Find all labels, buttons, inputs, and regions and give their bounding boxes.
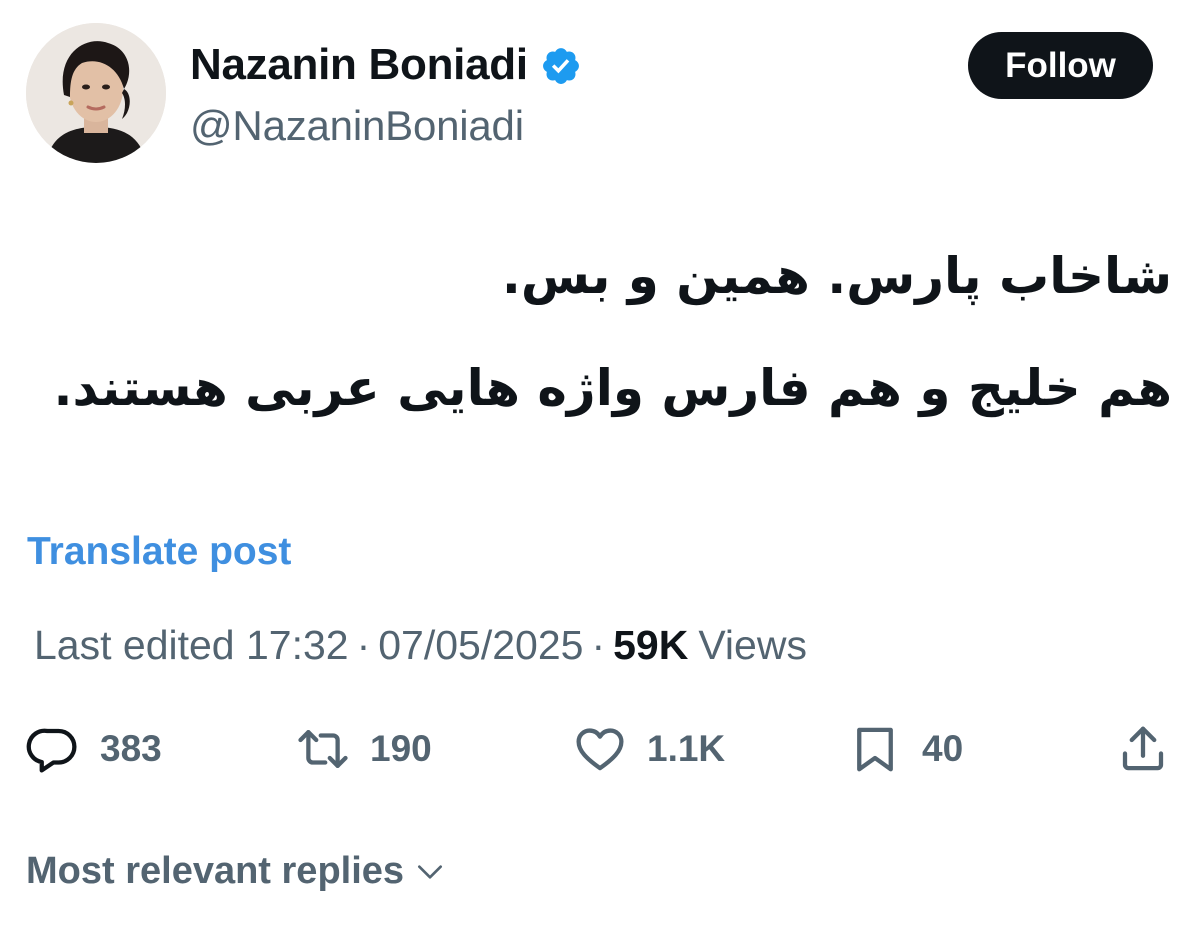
follow-button[interactable]: Follow: [968, 32, 1153, 99]
display-name[interactable]: Nazanin Boniadi: [190, 40, 528, 90]
bookmark-icon: [857, 727, 893, 772]
bookmark-button[interactable]: 40: [848, 722, 963, 776]
repost-icon: [298, 729, 348, 769]
reply-button[interactable]: 383: [26, 722, 162, 776]
user-handle[interactable]: @NazaninBoniadi: [190, 102, 582, 150]
meta-separator: ·: [591, 622, 606, 668]
post-date[interactable]: 07/05/2025: [378, 622, 583, 669]
tweet-text: شاخاب پارس. همین و بس. هم خلیج و هم فارس…: [32, 240, 1172, 424]
reply-count: 383: [100, 728, 162, 769]
repost-count: 190: [370, 728, 432, 769]
translate-post-link[interactable]: Translate post: [27, 530, 291, 574]
repost-button[interactable]: 190: [296, 722, 432, 776]
views-count[interactable]: 59K: [613, 622, 688, 669]
like-count: 1.1K: [647, 728, 726, 769]
share-icon: [1122, 726, 1164, 771]
share-button[interactable]: [1116, 722, 1170, 776]
verified-badge-icon: [542, 48, 579, 84]
tweet-meta: Last edited 17:32 · 07/05/2025 · 59K Vie…: [34, 622, 807, 669]
tweet-text-line: هم خلیج و هم فارس واژه هایی عربی هستند.: [53, 359, 1172, 417]
bookmark-count: 40: [922, 728, 964, 769]
chevron-down-icon: [418, 864, 443, 879]
name-row: Nazanin Boniadi: [190, 40, 582, 90]
meta-separator: ·: [356, 622, 371, 668]
tweet-text-line: شاخاب پارس. همین و بس.: [501, 247, 1172, 305]
avatar[interactable]: [26, 23, 166, 163]
replies-sort-label: Most relevant replies: [26, 850, 405, 892]
like-button[interactable]: 1.1K: [573, 722, 725, 776]
views-label: Views: [698, 622, 807, 668]
profile-photo-icon: [26, 23, 166, 163]
heart-icon: [576, 728, 624, 771]
tweet-detail: Nazanin Boniadi @NazaninBoniadi Follow ش…: [0, 0, 1200, 935]
edited-timestamp[interactable]: Last edited 17:32: [34, 622, 349, 669]
replies-sort-dropdown[interactable]: Most relevant replies: [26, 850, 446, 893]
author-block: Nazanin Boniadi @NazaninBoniadi: [190, 40, 582, 150]
reply-icon: [26, 728, 77, 773]
action-bar: 383 190 1.1K 40: [0, 722, 1200, 782]
